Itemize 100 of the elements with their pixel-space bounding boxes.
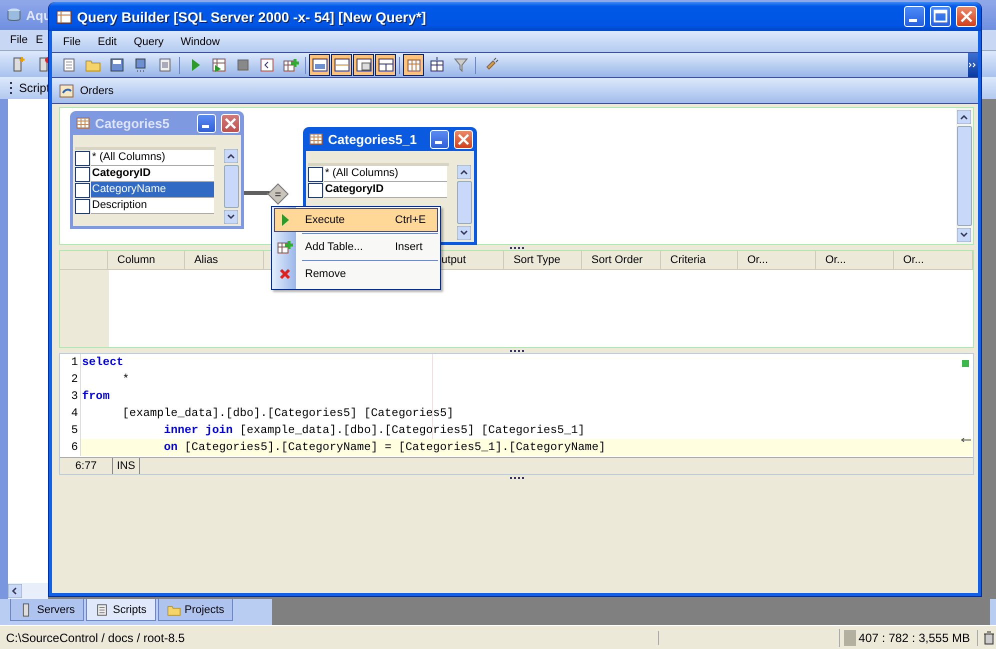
column-item[interactable]: * (All Columns) xyxy=(91,150,214,166)
column-header[interactable]: Or... xyxy=(816,251,894,269)
cursor-position: 6:77 xyxy=(60,458,113,474)
code-line: on [Categories5].[CategoryName] = [Categories5_1].[CategoryName] xyxy=(162,441,606,454)
toolbar-filter-button[interactable] xyxy=(451,56,470,74)
column-item[interactable]: Description xyxy=(91,198,214,214)
line-number: 6 xyxy=(60,439,81,456)
table-title: Categories5_1 xyxy=(328,132,417,146)
minimize-button[interactable] xyxy=(197,114,216,132)
panes-icon xyxy=(356,57,372,73)
horizontal-scrollbar[interactable] xyxy=(8,583,48,599)
scroll-down-icon[interactable] xyxy=(457,226,471,240)
query-icon xyxy=(59,82,75,98)
close-button[interactable] xyxy=(956,6,977,27)
checkbox[interactable] xyxy=(308,183,323,198)
script-icon xyxy=(94,602,109,616)
checkbox[interactable] xyxy=(75,167,90,182)
menu-item[interactable]: Query xyxy=(134,36,164,48)
join-connector[interactable]: = xyxy=(244,182,292,206)
menu-item[interactable]: Window xyxy=(180,36,220,48)
menu-item[interactable]: File xyxy=(10,34,28,46)
column-item[interactable]: CategoryID xyxy=(91,166,214,182)
delete-icon xyxy=(277,266,293,282)
menu-item[interactable]: E xyxy=(36,34,44,46)
panel-tab[interactable]: Scripts xyxy=(86,599,156,621)
column-header[interactable]: Sort Order xyxy=(582,251,662,269)
panel-tab[interactable]: Projects xyxy=(158,599,234,621)
stop-icon xyxy=(234,57,250,73)
database-icon xyxy=(6,7,22,23)
column-item[interactable]: * (All Columns) xyxy=(324,166,447,182)
column-header[interactable]: Criteria xyxy=(661,251,738,269)
toolbar-panes-button[interactable] xyxy=(331,54,352,76)
left-arrow-icon[interactable] xyxy=(8,584,22,598)
checkbox[interactable] xyxy=(75,183,90,198)
column-item[interactable]: CategoryName xyxy=(91,182,214,198)
checkbox[interactable] xyxy=(308,167,323,182)
table-window[interactable]: Categories5 * (All Columns) CategoryID CategoryName Description xyxy=(70,111,244,229)
toolbar-panes-button[interactable] xyxy=(309,54,330,76)
add-table-icon xyxy=(282,57,298,73)
grid-icon xyxy=(210,57,226,73)
close-button[interactable] xyxy=(454,130,473,148)
close-button[interactable] xyxy=(221,114,240,132)
scrollbar-thumb[interactable] xyxy=(957,126,972,226)
menu-item[interactable]: Remove xyxy=(274,262,438,286)
insert-mode: INS xyxy=(113,458,140,474)
memory-indicator xyxy=(844,630,856,646)
chevron-icon xyxy=(969,62,977,68)
toolbar-panes-button[interactable] xyxy=(375,54,396,76)
minimize-button[interactable] xyxy=(904,6,925,27)
toolbar-panes-button[interactable] xyxy=(353,54,374,76)
checkbox[interactable] xyxy=(75,151,90,166)
document-tab[interactable]: Orders xyxy=(80,84,114,96)
table-icon xyxy=(309,132,323,146)
status-path: C:\SourceControl / docs / root-8.5 xyxy=(0,630,660,644)
grip-icon[interactable] xyxy=(10,82,13,94)
column-header[interactable]: Or... xyxy=(894,251,974,269)
code-icon xyxy=(258,57,274,73)
checkbox[interactable] xyxy=(75,199,90,214)
code-line: * xyxy=(121,373,130,386)
vertical-scrollbar[interactable] xyxy=(956,108,973,244)
scroll-down-icon[interactable] xyxy=(957,228,971,242)
minimize-icon xyxy=(434,141,442,144)
document-icon xyxy=(60,57,76,73)
column-header[interactable]: Sort Type xyxy=(504,251,582,269)
disk-icon xyxy=(132,57,148,73)
table-icon xyxy=(76,116,90,130)
maximize-button[interactable] xyxy=(930,6,951,27)
minimize-icon xyxy=(908,19,916,22)
filter-icon xyxy=(452,57,468,73)
column-header[interactable]: Alias xyxy=(185,251,264,269)
form-icon xyxy=(156,57,172,73)
panes-icon xyxy=(312,57,328,73)
trash-icon[interactable] xyxy=(982,630,996,644)
minimize-icon xyxy=(202,125,208,128)
panes-icon xyxy=(378,57,394,73)
code-line: from xyxy=(81,390,110,403)
table-title: Categories5 xyxy=(95,116,170,130)
panel-tab[interactable]: Servers xyxy=(10,599,84,621)
toolbar-overflow-button[interactable] xyxy=(968,53,978,77)
window-title: Query Builder [SQL Server 2000 -x- 54] [New Query*] xyxy=(77,8,426,24)
code-line: inner join [example_data].[dbo].[Categories5] [Categories5_1] xyxy=(162,424,585,437)
column-header[interactable]: Column xyxy=(108,251,186,269)
scroll-down-icon[interactable] xyxy=(224,210,238,224)
code-line: select xyxy=(81,356,124,369)
menu-item[interactable]: Edit xyxy=(98,36,117,48)
toolbar-table-button[interactable] xyxy=(403,54,424,76)
window-icon xyxy=(56,8,72,24)
column-header[interactable]: Or... xyxy=(738,251,816,269)
menu-item[interactable]: File xyxy=(63,36,81,48)
scroll-up-icon[interactable] xyxy=(224,149,238,163)
menu-item[interactable]: Execute Ctrl+E xyxy=(274,208,438,232)
scroll-up-icon[interactable] xyxy=(957,110,971,124)
column-item[interactable]: CategoryID xyxy=(324,182,447,198)
minimize-button[interactable] xyxy=(430,130,449,148)
scroll-up-icon[interactable] xyxy=(457,165,471,179)
sql-editor[interactable] xyxy=(59,353,974,475)
scrollbar-thumb[interactable] xyxy=(224,165,239,208)
table-icon xyxy=(428,57,444,73)
scrollbar-thumb[interactable] xyxy=(457,181,472,224)
line-marker-icon xyxy=(961,438,971,442)
